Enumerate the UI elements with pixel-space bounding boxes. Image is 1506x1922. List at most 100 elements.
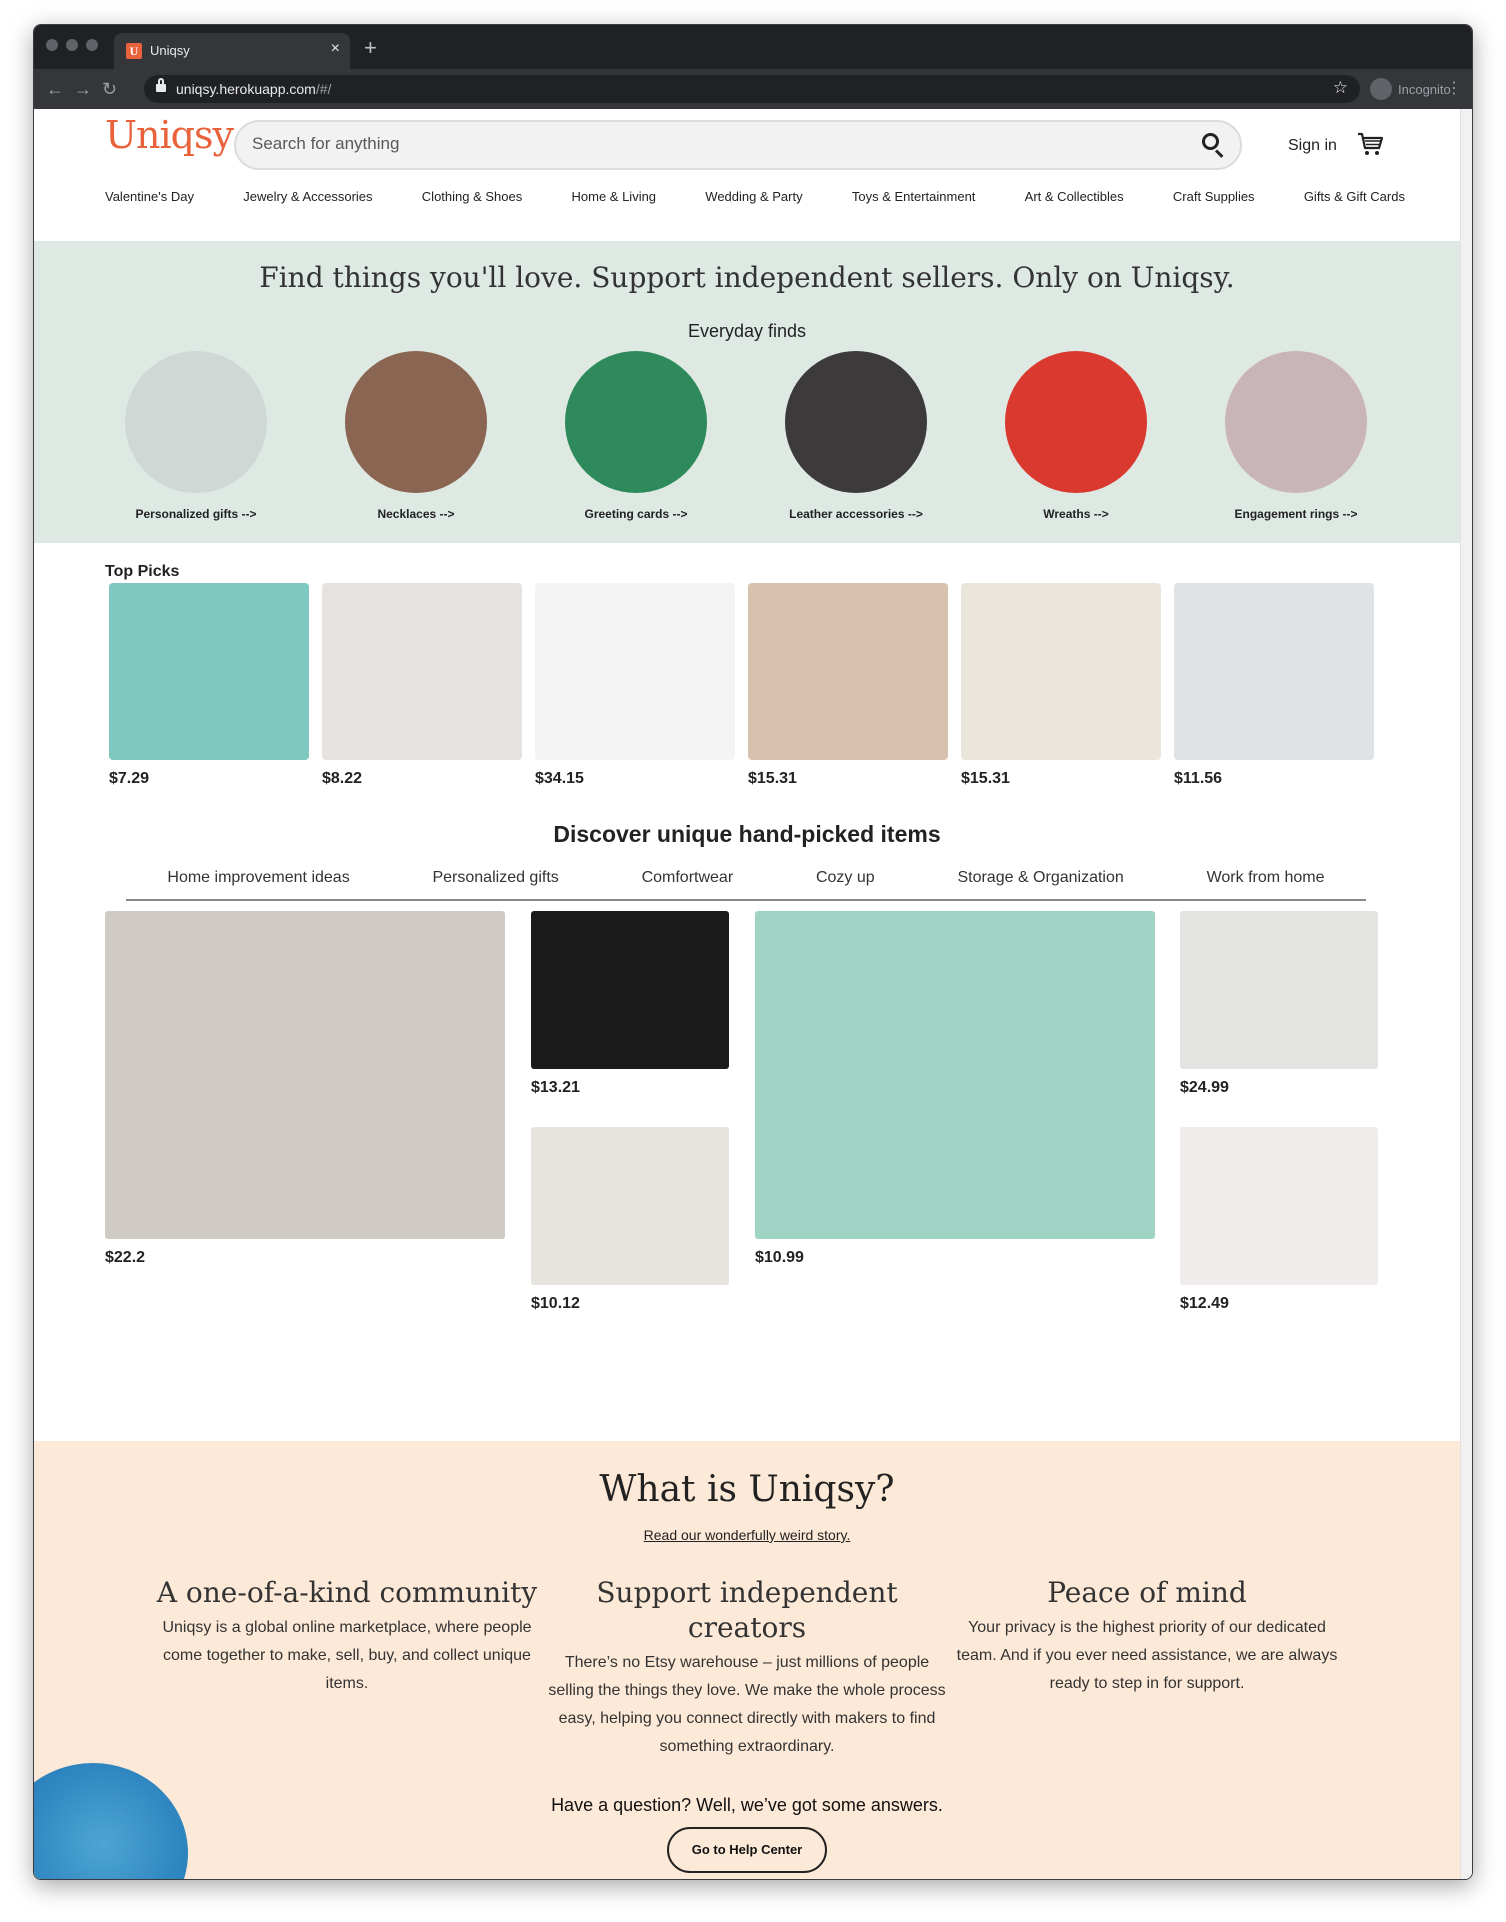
- product-price: $13.21: [531, 1079, 580, 1096]
- minimize-window-button[interactable]: [66, 39, 78, 51]
- help-center-button[interactable]: Go to Help Center: [667, 1827, 827, 1873]
- incognito-indicator[interactable]: Incognito: [1370, 75, 1451, 103]
- everyday-find-image[interactable]: [1225, 351, 1367, 493]
- about-column: Peace of mind Your privacy is the highes…: [947, 1575, 1347, 1698]
- everyday-find-label[interactable]: Personalized gifts -->: [91, 507, 301, 521]
- everyday-find-item[interactable]: Personalized gifts -->: [91, 351, 301, 521]
- everyday-find-item[interactable]: Necklaces -->: [311, 351, 521, 521]
- everyday-find-label[interactable]: Engagement rings -->: [1191, 507, 1401, 521]
- product-image[interactable]: [105, 911, 505, 1239]
- hero-title: Find things you'll love. Support indepen…: [259, 261, 1235, 294]
- everyday-find-image[interactable]: [565, 351, 707, 493]
- about-column: A one-of-a-kind community Uniqsy is a gl…: [147, 1575, 547, 1698]
- top-pick-item[interactable]: $11.56: [1174, 583, 1374, 788]
- browser-window: U Uniqsy × + ← → ↻ uniqsy.herokuapp.com/…: [33, 24, 1473, 1880]
- story-link[interactable]: Read our wonderfully weird story.: [34, 1527, 1460, 1543]
- category-link[interactable]: Clothing & Shoes: [422, 189, 522, 204]
- everyday-find-image[interactable]: [785, 351, 927, 493]
- product-image[interactable]: [755, 911, 1155, 1239]
- sign-in-link[interactable]: Sign in: [1288, 137, 1337, 155]
- category-link[interactable]: Home & Living: [572, 189, 657, 204]
- product-price: $15.31: [961, 770, 1010, 787]
- discover-item[interactable]: $10.12: [531, 1127, 729, 1313]
- address-bar[interactable]: uniqsy.herokuapp.com/#/ ☆: [144, 75, 1360, 103]
- category-link[interactable]: Art & Collectibles: [1025, 189, 1124, 204]
- hero-section: Find things you'll love. Support indepen…: [34, 241, 1460, 543]
- lock-icon: [156, 78, 166, 92]
- discover-tab[interactable]: Home improvement ideas: [167, 869, 349, 899]
- product-image[interactable]: [961, 583, 1161, 760]
- product-price: $8.22: [322, 770, 363, 787]
- product-image[interactable]: [531, 911, 729, 1069]
- incognito-icon: [1370, 78, 1392, 100]
- everyday-find-image[interactable]: [345, 351, 487, 493]
- category-link[interactable]: Toys & Entertainment: [852, 189, 976, 204]
- top-pick-item[interactable]: $34.15: [535, 583, 735, 788]
- product-image[interactable]: [535, 583, 735, 760]
- tab-title: Uniqsy: [150, 43, 190, 58]
- everyday-finds: Personalized gifts --> Necklaces --> Greet…: [91, 351, 1401, 521]
- window-controls: [46, 39, 98, 51]
- product-image[interactable]: [531, 1127, 729, 1285]
- site-logo[interactable]: Uniqsy: [105, 113, 234, 157]
- everyday-find-item[interactable]: Wreaths -->: [971, 351, 1181, 521]
- about-column-text: There’s no Etsy warehouse – just million…: [548, 1654, 946, 1755]
- forward-icon[interactable]: →: [74, 79, 92, 100]
- everyday-find-item[interactable]: Leather accessories -->: [751, 351, 961, 521]
- everyday-find-image[interactable]: [125, 351, 267, 493]
- top-pick-item[interactable]: $15.31: [748, 583, 948, 788]
- search-icon[interactable]: [1202, 133, 1226, 158]
- category-link[interactable]: Gifts & Gift Cards: [1304, 189, 1405, 204]
- scrollbar[interactable]: [1460, 109, 1472, 1879]
- browser-tab[interactable]: U Uniqsy ×: [114, 33, 350, 69]
- top-pick-item[interactable]: $7.29: [109, 583, 309, 788]
- discover-item[interactable]: $10.99: [755, 911, 1155, 1267]
- product-price: $24.99: [1180, 1079, 1229, 1096]
- product-image[interactable]: [748, 583, 948, 760]
- product-image[interactable]: [1180, 911, 1378, 1069]
- discover-tab[interactable]: Personalized gifts: [432, 869, 558, 899]
- product-image[interactable]: [1174, 583, 1374, 760]
- everyday-find-image[interactable]: [1005, 351, 1147, 493]
- everyday-find-label[interactable]: Necklaces -->: [311, 507, 521, 521]
- category-link[interactable]: Wedding & Party: [705, 189, 802, 204]
- discover-item[interactable]: $12.49: [1180, 1127, 1378, 1313]
- close-window-button[interactable]: [46, 39, 58, 51]
- everyday-find-label[interactable]: Leather accessories -->: [751, 507, 961, 521]
- everyday-find-label[interactable]: Greeting cards -->: [531, 507, 741, 521]
- discover-tab[interactable]: Storage & Organization: [957, 869, 1123, 899]
- top-pick-item[interactable]: $8.22: [322, 583, 522, 788]
- product-price: $10.99: [755, 1249, 804, 1266]
- search-bar: [234, 120, 1242, 170]
- search-input[interactable]: [252, 134, 1152, 154]
- discover-tab[interactable]: Comfortwear: [642, 869, 734, 899]
- top-picks-title: Top Picks: [105, 563, 180, 580]
- everyday-find-item[interactable]: Greeting cards -->: [531, 351, 741, 521]
- discover-tab[interactable]: Cozy up: [816, 869, 875, 899]
- product-image[interactable]: [322, 583, 522, 760]
- new-tab-button[interactable]: +: [364, 35, 377, 61]
- product-price: $10.12: [531, 1295, 580, 1312]
- product-image[interactable]: [109, 583, 309, 760]
- product-image[interactable]: [1180, 1127, 1378, 1285]
- webpage: Uniqsy Sign in Valentine's Day Jewelry & …: [34, 109, 1460, 1879]
- top-pick-item[interactable]: $15.31: [961, 583, 1161, 788]
- about-column-title: Peace of mind: [1047, 1576, 1247, 1609]
- discover-item[interactable]: $24.99: [1180, 911, 1378, 1097]
- category-link[interactable]: Jewelry & Accessories: [243, 189, 372, 204]
- close-tab-icon[interactable]: ×: [331, 40, 340, 58]
- category-nav: Valentine's Day Jewelry & Accessories Clot…: [105, 189, 1405, 204]
- maximize-window-button[interactable]: [86, 39, 98, 51]
- browser-menu-icon[interactable]: ⋮: [1446, 78, 1462, 98]
- reload-icon[interactable]: ↻: [102, 79, 117, 100]
- discover-tab[interactable]: Work from home: [1207, 869, 1325, 899]
- discover-item[interactable]: $13.21: [531, 911, 729, 1097]
- category-link[interactable]: Craft Supplies: [1173, 189, 1255, 204]
- back-icon[interactable]: ←: [46, 79, 64, 100]
- bookmark-star-icon[interactable]: ☆: [1333, 78, 1348, 98]
- category-link[interactable]: Valentine's Day: [105, 189, 194, 204]
- cart-icon[interactable]: [1356, 131, 1384, 157]
- everyday-find-item[interactable]: Engagement rings -->: [1191, 351, 1401, 521]
- discover-item[interactable]: $22.2: [105, 911, 505, 1267]
- everyday-find-label[interactable]: Wreaths -->: [971, 507, 1181, 521]
